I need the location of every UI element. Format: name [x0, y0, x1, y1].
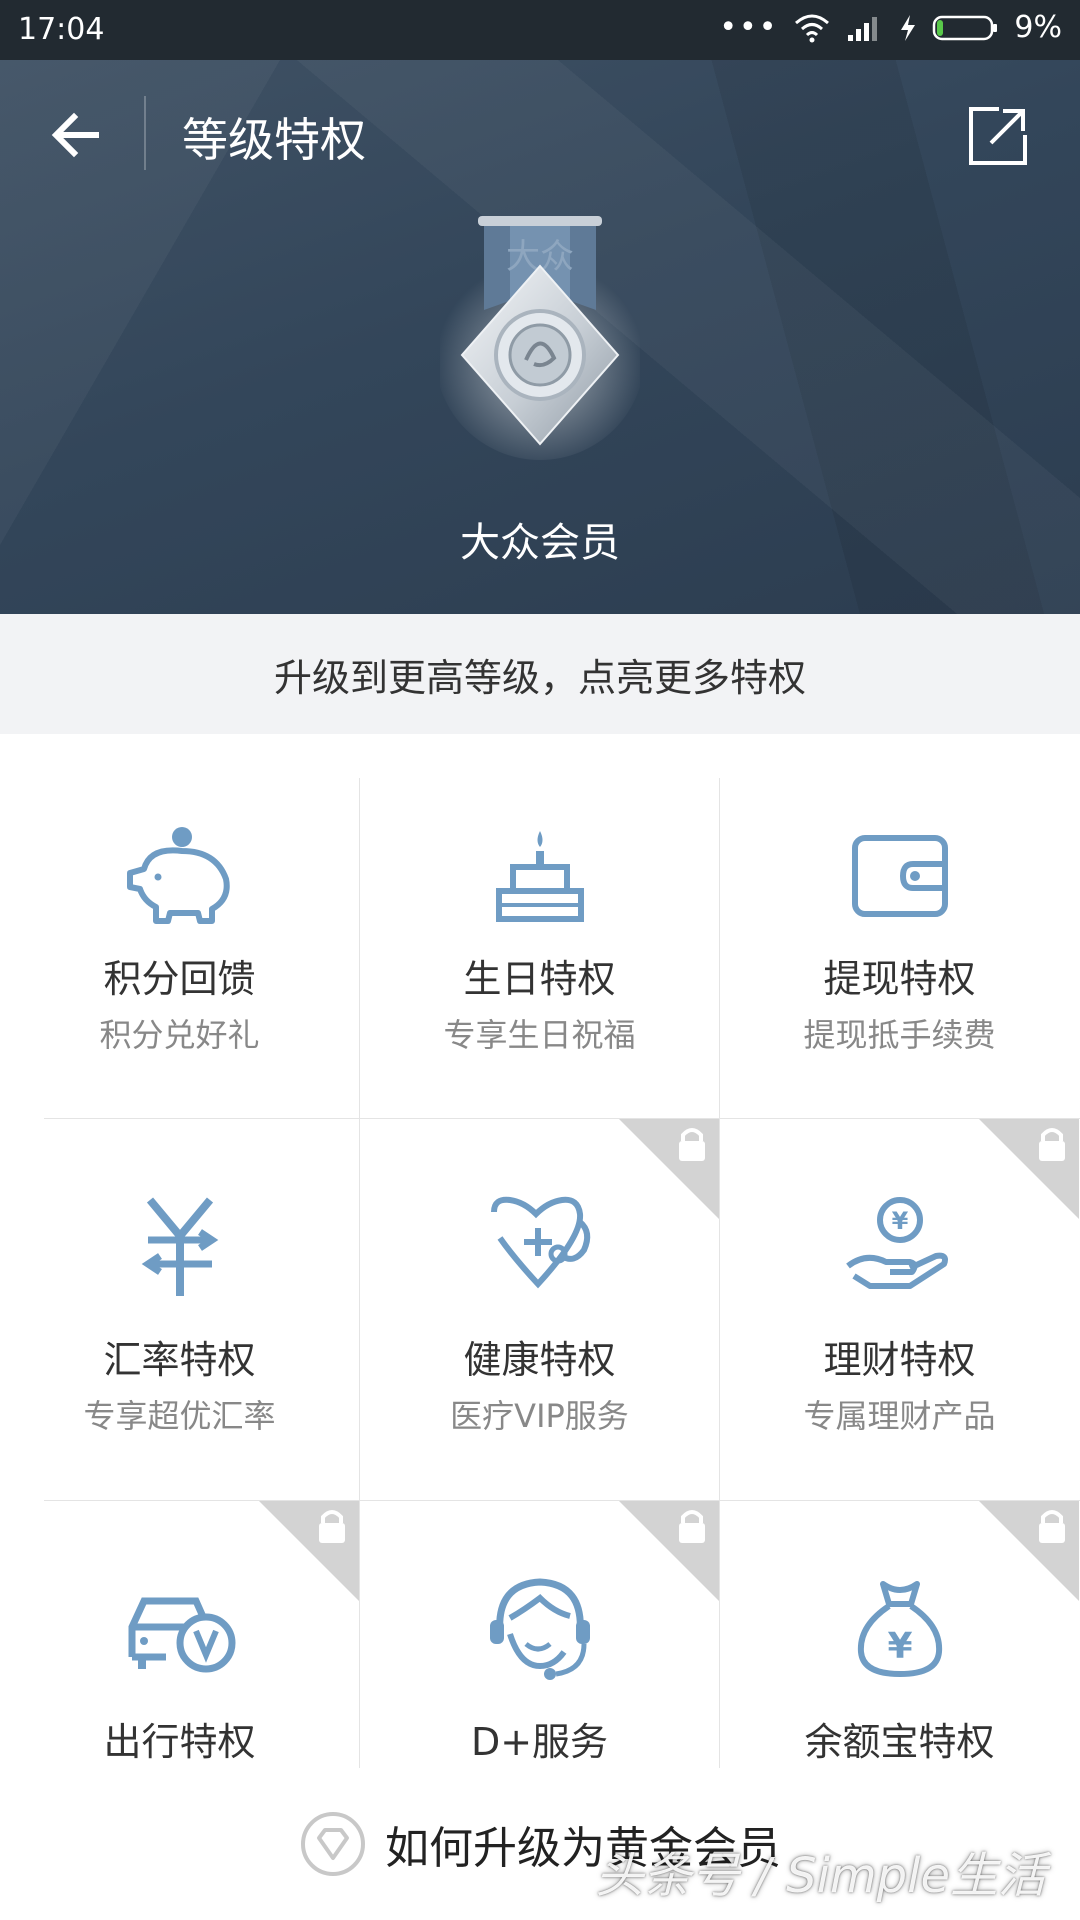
member-level: 大众会员 — [460, 520, 620, 566]
privilege-desc: 专享生日祝福 — [443, 1016, 636, 1054]
privilege-desc: 专享超优汇率 — [83, 1397, 276, 1435]
privilege-name: 理财特权 — [823, 1338, 976, 1382]
signal-icon — [848, 16, 878, 41]
privilege-name: 出行特权 — [103, 1720, 256, 1764]
privilege-exchange[interactable]: 汇率特权 专享超优汇率 — [0, 1119, 359, 1500]
car-vip-icon — [128, 1597, 235, 1673]
battery-icon — [933, 15, 998, 40]
member-badge: 大众 — [435, 210, 645, 470]
charging-icon — [901, 14, 916, 41]
birthday-cake-icon — [495, 831, 584, 922]
more-dots-icon: ••• — [719, 10, 779, 45]
svg-text:¥: ¥ — [887, 1626, 912, 1667]
title-divider — [144, 96, 146, 170]
privilege-withdraw[interactable]: 提现特权 提现抵手续费 — [720, 778, 1079, 1118]
share-icon — [969, 107, 1027, 165]
status-bar: 17:04 ••• 9% — [0, 0, 1080, 60]
privilege-grid: 积分回馈 积分兑好礼 生日特权 专享生日祝福 提现特权 提现抵手续费 汇率特权 … — [0, 778, 1080, 1918]
privilege-health[interactable]: 健康特权 医疗VIP服务 — [360, 1119, 719, 1500]
svg-text:¥: ¥ — [891, 1207, 908, 1235]
privilege-birthday[interactable]: 生日特权 专享生日祝福 — [360, 778, 719, 1118]
privilege-name: 生日特权 — [463, 957, 616, 1001]
battery-percent: 9% — [1014, 10, 1062, 45]
privilege-name: 积分回馈 — [103, 957, 256, 1001]
privilege-name: 提现特权 — [823, 957, 976, 1001]
diamond-icon — [301, 1812, 365, 1876]
level-hero: 等级特权 大众 大众会员 — [0, 60, 1080, 614]
watermark: 头条号 / Simple生活 — [595, 1848, 1046, 1904]
privilege-desc: 医疗VIP服务 — [450, 1397, 629, 1435]
wifi-icon — [795, 14, 830, 42]
coin-hand-icon: ¥ — [845, 1197, 948, 1289]
stethoscope-icon — [490, 1196, 590, 1289]
back-arrow-icon — [51, 112, 99, 158]
page-title: 等级特权 — [182, 113, 366, 167]
wallet-icon — [851, 835, 948, 917]
privilege-desc: 提现抵手续费 — [803, 1016, 996, 1054]
privilege-name: 健康特权 — [463, 1338, 616, 1382]
privilege-name: 余额宝特权 — [804, 1720, 995, 1764]
share-button[interactable] — [960, 98, 1036, 174]
money-bag-icon: ¥ — [857, 1581, 942, 1678]
upgrade-tip: 升级到更高等级，点亮更多特权 — [0, 614, 1080, 734]
back-button[interactable] — [40, 100, 110, 170]
piggy-bank-icon — [126, 827, 230, 924]
headset-service-icon — [489, 1578, 590, 1680]
privilege-finance[interactable]: ¥ 理财特权 专属理财产品 — [720, 1119, 1079, 1500]
privilege-name: D+服务 — [470, 1720, 609, 1764]
status-time: 17:04 — [18, 12, 105, 47]
exchange-rate-icon — [141, 1197, 218, 1296]
status-icons: ••• 9% — [719, 10, 1062, 45]
privilege-points[interactable]: 积分回馈 积分兑好礼 — [0, 778, 359, 1118]
privilege-name: 汇率特权 — [103, 1338, 256, 1382]
privilege-desc: 积分兑好礼 — [99, 1016, 260, 1054]
privilege-desc: 专属理财产品 — [803, 1397, 996, 1435]
